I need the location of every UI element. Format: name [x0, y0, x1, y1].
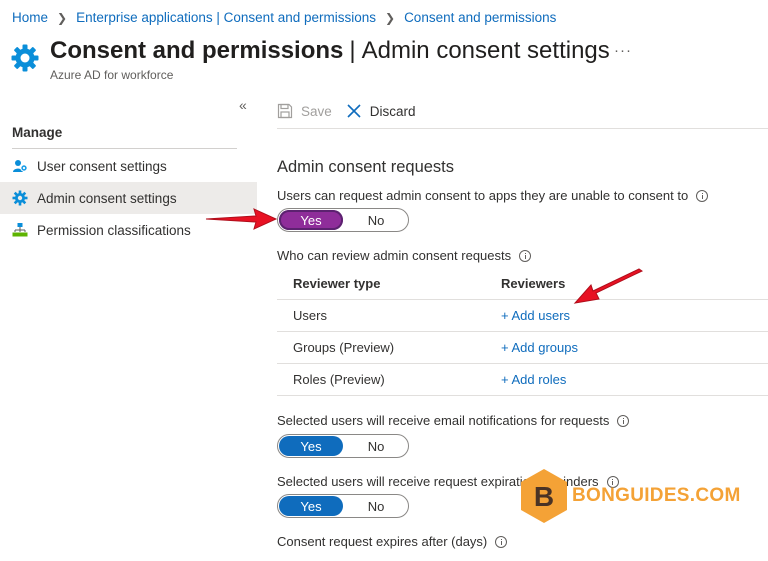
bongudes-logo-icon: B [521, 469, 567, 523]
table-row: Roles (Preview) + Add roles [277, 364, 768, 396]
gear-icon [12, 190, 28, 206]
toggle-yes[interactable]: Yes [279, 496, 343, 516]
info-icon[interactable] [495, 535, 508, 548]
sidebar-item-label: Admin consent settings [37, 190, 177, 206]
breadcrumb-home[interactable]: Home [12, 10, 48, 25]
add-roles-link[interactable]: + Add roles [501, 372, 566, 387]
hierarchy-icon [12, 222, 28, 238]
toggle-no[interactable]: No [344, 495, 408, 517]
watermark-logo: B BONGUIDES.COM [518, 467, 741, 525]
more-options-button[interactable]: ··· [614, 42, 632, 59]
command-bar: Save Discard [277, 96, 430, 126]
info-icon[interactable] [519, 249, 532, 262]
page-title: Consent and permissions | Admin consent se… [50, 37, 610, 64]
divider [277, 128, 768, 129]
page-header: Consent and permissions | Admin consent se… [10, 36, 610, 82]
toggle-no[interactable]: No [344, 435, 408, 457]
chevron-right-icon: ❯ [385, 10, 396, 25]
info-icon[interactable] [696, 189, 709, 202]
email-notifications-toggle[interactable]: Yes No [277, 434, 409, 458]
user-consent-icon [12, 158, 28, 174]
close-icon [346, 103, 362, 119]
red-arrow-icon [573, 268, 644, 304]
breadcrumb-consent-permissions[interactable]: Consent and permissions [404, 10, 556, 25]
reviewer-type-cell: Groups (Preview) [293, 340, 395, 355]
red-arrow-icon [205, 208, 278, 230]
breadcrumb-enterprise-apps[interactable]: Enterprise applications | Consent and pe… [76, 10, 376, 25]
expiration-reminders-toggle[interactable]: Yes No [277, 494, 409, 518]
add-groups-link[interactable]: + Add groups [501, 340, 578, 355]
request-expiry-label: Consent request expires after (days) [277, 534, 508, 549]
request-consent-toggle[interactable]: Yes No [277, 208, 409, 232]
save-icon [277, 103, 293, 119]
reviewers-label: Who can review admin consent requests [277, 248, 532, 263]
breadcrumb: Home ❯ Enterprise applications | Consent… [12, 10, 556, 25]
discard-button[interactable]: Discard [346, 103, 416, 119]
sidebar-item-label: User consent settings [37, 158, 167, 174]
reviewer-type-cell: Users [293, 308, 327, 323]
reviewers-table: Reviewer type Reviewers Users + Add user… [277, 268, 768, 396]
table-header: Reviewer type Reviewers [277, 268, 768, 300]
table-row: Groups (Preview) + Add groups [277, 332, 768, 364]
gear-icon [10, 43, 40, 73]
column-header-reviewer-type: Reviewer type [293, 276, 381, 291]
email-notifications-label: Selected users will receive email notifi… [277, 413, 630, 428]
chevron-right-icon: ❯ [57, 10, 68, 25]
reviewer-type-cell: Roles (Preview) [293, 372, 385, 387]
toggle-yes[interactable]: Yes [279, 436, 343, 456]
section-title: Admin consent requests [277, 158, 455, 176]
svg-text:B: B [534, 481, 554, 512]
divider [12, 148, 237, 149]
request-consent-label: Users can request admin consent to apps … [277, 188, 709, 203]
collapse-sidebar-button[interactable]: « [239, 97, 247, 113]
toggle-yes[interactable]: Yes [279, 210, 343, 230]
page-subtitle: Azure AD for workforce [50, 68, 174, 82]
toggle-no[interactable]: No [344, 209, 408, 231]
info-icon[interactable] [617, 414, 630, 427]
sidebar-section-manage: Manage [12, 125, 63, 140]
sidebar-item-label: Permission classifications [37, 222, 191, 238]
save-button[interactable]: Save [277, 103, 332, 119]
add-users-link[interactable]: + Add users [501, 308, 570, 323]
table-row: Users + Add users [277, 300, 768, 332]
sidebar-item-user-consent-settings[interactable]: User consent settings [0, 150, 257, 182]
